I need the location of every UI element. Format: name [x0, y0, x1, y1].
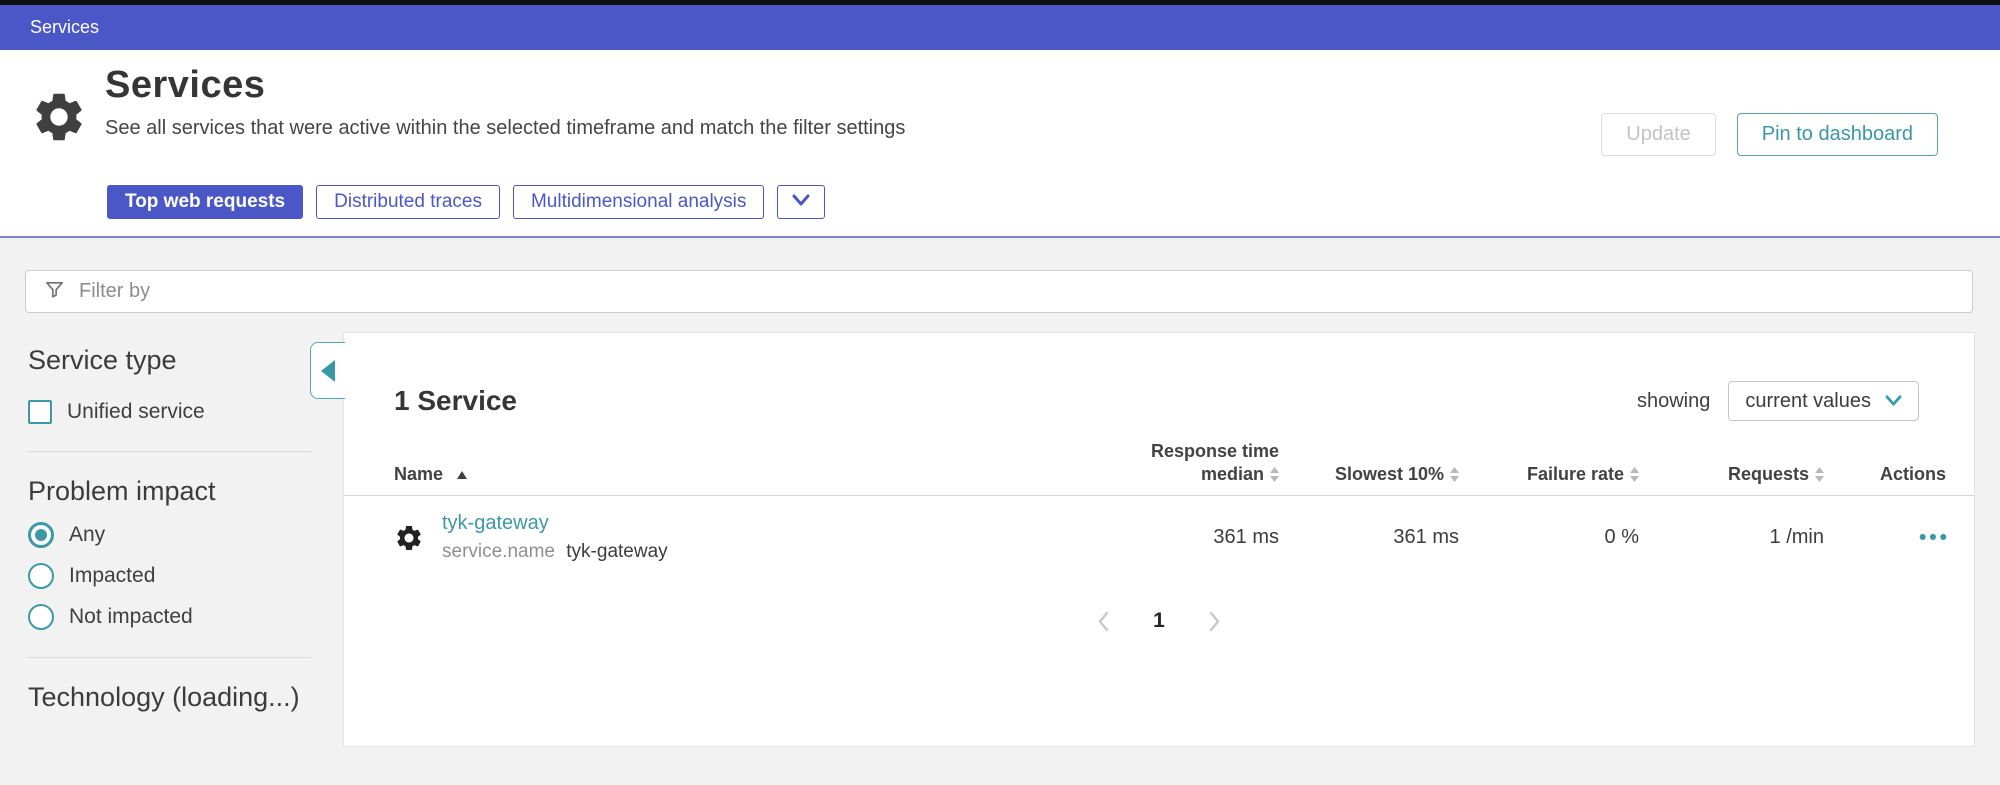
- response-time-header-line1: Response time: [1089, 441, 1279, 462]
- triangle-left-icon: [321, 360, 335, 382]
- tab-multidimensional-analysis[interactable]: Multidimensional analysis: [513, 185, 764, 219]
- service-meta: service.name tyk-gateway: [442, 541, 668, 563]
- problem-impact-heading: Problem impact: [28, 476, 313, 507]
- filter-input[interactable]: [79, 271, 1972, 312]
- name-header-label: Name: [394, 464, 443, 485]
- radio-row-impacted[interactable]: Impacted: [28, 563, 313, 589]
- service-name-cell: tyk-gateway service.name tyk-gateway: [344, 512, 1089, 563]
- sidebar-divider: [28, 657, 311, 658]
- update-button[interactable]: Update: [1601, 113, 1716, 156]
- showing-select[interactable]: current values: [1728, 381, 1919, 421]
- radio-impacted[interactable]: [28, 563, 54, 589]
- showing-select-value: current values: [1745, 390, 1871, 413]
- services-table: Name Response time median Slowest: [344, 441, 1974, 581]
- funnel-icon: [44, 279, 65, 305]
- failure-rate-header-label: Failure rate: [1527, 464, 1624, 485]
- column-header-response-time[interactable]: Response time median: [1089, 441, 1279, 496]
- radio-row-not-impacted[interactable]: Not impacted: [28, 604, 313, 630]
- showing-label: showing: [1637, 390, 1710, 413]
- previous-page-icon[interactable]: [1096, 610, 1111, 633]
- sidebar-collapse-button[interactable]: [310, 342, 345, 399]
- chevron-down-icon: [1885, 390, 1902, 413]
- meta-value: tyk-gateway: [566, 541, 667, 562]
- page-title: Services: [105, 64, 905, 107]
- page-subtitle: See all services that were active within…: [105, 117, 905, 140]
- slowest-header-label: Slowest 10%: [1335, 464, 1444, 485]
- unified-service-checkbox-row[interactable]: Unified service: [28, 400, 313, 424]
- chevron-down-icon: [792, 191, 810, 213]
- sidebar-divider: [28, 451, 311, 452]
- service-gear-icon: [394, 523, 424, 553]
- service-type-heading: Service type: [28, 345, 313, 376]
- analysis-tabs: Top web requests Distributed traces Mult…: [107, 185, 825, 219]
- page-header: Services See all services that were acti…: [0, 50, 2000, 238]
- requests-header-label: Requests: [1728, 464, 1809, 485]
- service-name-block: tyk-gateway service.name tyk-gateway: [442, 512, 668, 563]
- radio-any[interactable]: [28, 522, 54, 548]
- radio-impacted-label: Impacted: [69, 564, 155, 588]
- unified-service-checkbox[interactable]: [28, 400, 52, 424]
- breadcrumb[interactable]: Services: [30, 17, 99, 38]
- sort-icon: [1815, 467, 1824, 482]
- filter-bar[interactable]: [25, 270, 1973, 313]
- service-count-title: 1 Service: [394, 385, 517, 417]
- service-link[interactable]: tyk-gateway: [442, 512, 549, 534]
- radio-row-any[interactable]: Any: [28, 522, 313, 548]
- page-number[interactable]: 1: [1153, 609, 1165, 633]
- services-gear-icon: [30, 88, 88, 146]
- column-header-requests[interactable]: Requests: [1639, 441, 1824, 496]
- cell-requests: 1 /min: [1639, 496, 1824, 582]
- panel-header: 1 Service showing current values: [394, 381, 1919, 421]
- pin-to-dashboard-button[interactable]: Pin to dashboard: [1737, 113, 1938, 156]
- next-page-icon[interactable]: [1207, 610, 1222, 633]
- services-panel: 1 Service showing current values: [343, 332, 1975, 747]
- problem-impact-options: Any Impacted Not impacted: [28, 522, 313, 630]
- column-header-name[interactable]: Name: [344, 441, 1089, 496]
- breadcrumb-bar: Services: [0, 5, 2000, 50]
- filter-sidebar: Service type Unified service Problem imp…: [28, 345, 313, 713]
- services-page: Services Services See all services that …: [0, 0, 2000, 785]
- sort-icon: [1270, 467, 1279, 482]
- response-time-header-line2: median: [1201, 464, 1264, 485]
- radio-not-impacted[interactable]: [28, 604, 54, 630]
- radio-not-impacted-label: Not impacted: [69, 605, 193, 629]
- table-header-row: Name Response time median Slowest: [344, 441, 1974, 496]
- showing-control: showing current values: [1637, 381, 1919, 421]
- more-tabs-button[interactable]: [777, 185, 825, 219]
- sort-ascending-icon: [457, 471, 467, 479]
- header-actions: Update Pin to dashboard: [1601, 113, 1938, 156]
- row-actions-icon[interactable]: •••: [1919, 526, 1950, 549]
- title-block: Services See all services that were acti…: [105, 64, 905, 140]
- sort-icon: [1630, 467, 1639, 482]
- meta-key: service.name: [442, 541, 555, 562]
- column-header-slowest[interactable]: Slowest 10%: [1279, 441, 1459, 496]
- column-header-actions: Actions: [1824, 441, 1974, 496]
- actions-header-label: Actions: [1880, 464, 1946, 484]
- cell-response-time-median: 361 ms: [1089, 496, 1279, 582]
- cell-slowest-10: 361 ms: [1279, 496, 1459, 582]
- cell-failure-rate: 0 %: [1459, 496, 1639, 582]
- tab-top-web-requests[interactable]: Top web requests: [107, 185, 303, 219]
- radio-any-label: Any: [69, 523, 105, 547]
- unified-service-label: Unified service: [67, 400, 205, 424]
- pagination: 1: [344, 609, 1974, 633]
- tab-distributed-traces[interactable]: Distributed traces: [316, 185, 500, 219]
- sort-icon: [1450, 467, 1459, 482]
- technology-heading: Technology (loading...): [28, 682, 313, 713]
- column-header-failure-rate[interactable]: Failure rate: [1459, 441, 1639, 496]
- table-row[interactable]: tyk-gateway service.name tyk-gateway 361…: [344, 496, 1974, 582]
